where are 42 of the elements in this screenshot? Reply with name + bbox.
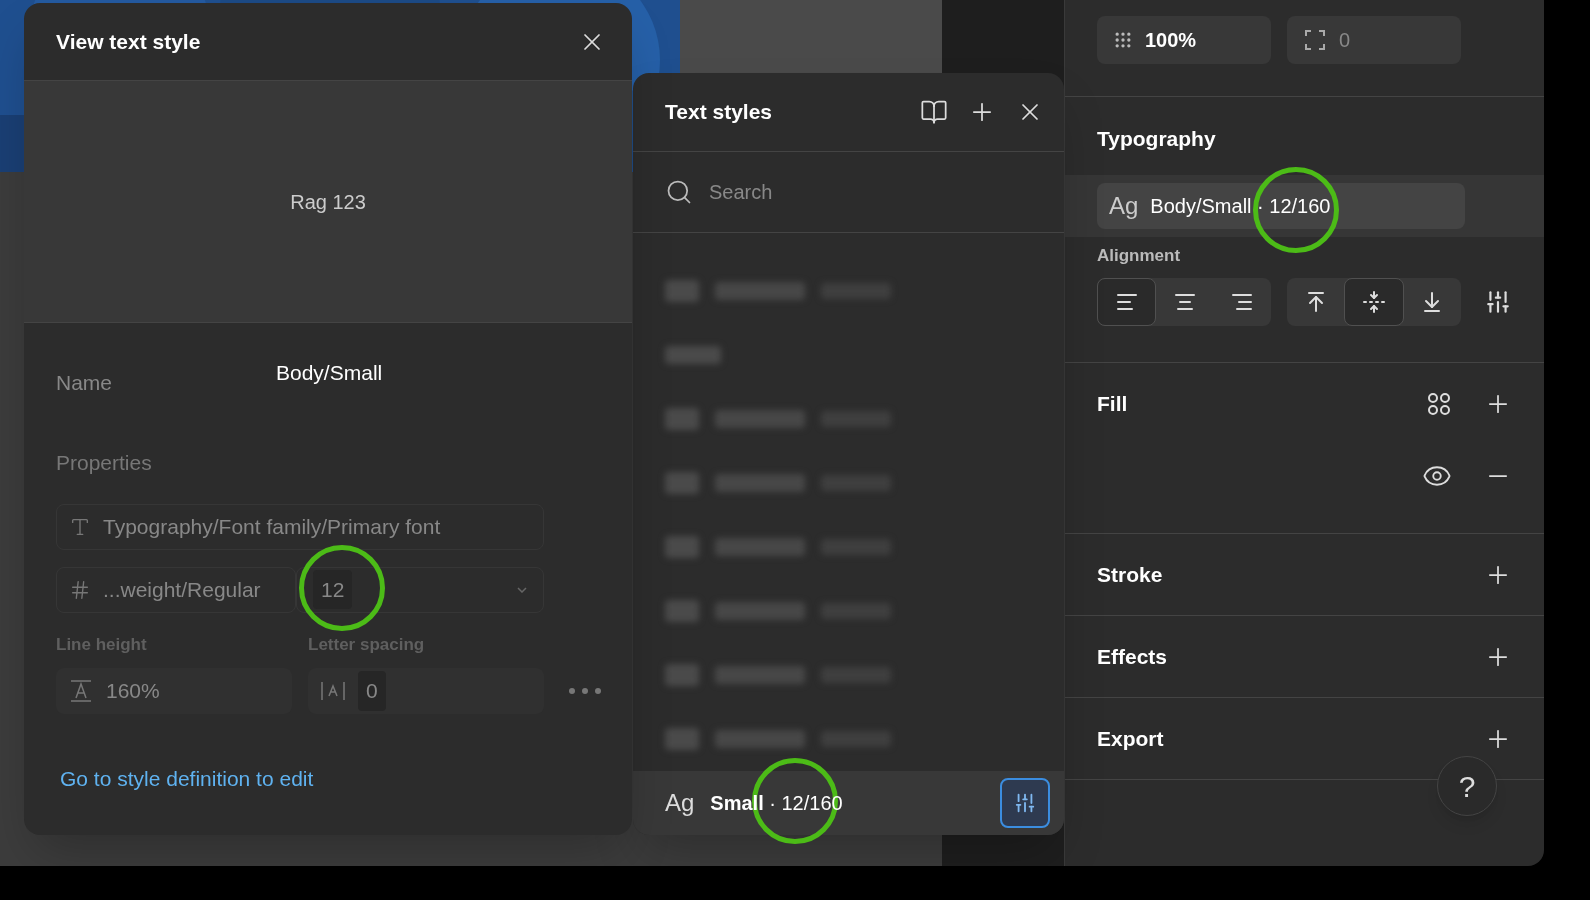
font-family-field: Typography/Font family/Primary font [56,503,544,550]
preview-text: Rag 123 [290,189,366,215]
vertical-align-icon [1362,290,1386,314]
chevron-icon [517,586,527,593]
font-weight-field: ...weight/Regular [56,566,296,613]
style-name: Body/Small · 12/160 [1150,193,1331,219]
name-label: Name [56,370,114,396]
section-title: Export [1097,725,1164,752]
more-icon[interactable] [568,687,602,695]
corner-radius-icon [1303,28,1327,52]
hash-icon [69,578,91,601]
search-icon [665,178,693,206]
section-title: Fill [1097,391,1128,418]
letter-spacing-icon [320,679,346,703]
line-height-field: 160% [56,668,292,714]
help-button[interactable]: ? [1437,756,1497,816]
section-title: Typography [1097,126,1217,152]
section-title: Effects [1097,643,1168,670]
alignment-label: Alignment [1097,244,1182,267]
letter-spacing-field: 0 [308,668,544,714]
opacity-icon [1113,30,1133,50]
style-preview: Ag [665,788,695,818]
properties-label: Properties [56,450,153,476]
dialog-title: View text style [56,28,201,55]
text-style-field[interactable]: Ag Body/Small · 12/160 [1097,182,1465,229]
align-button[interactable] [1344,278,1404,326]
font-size-field: 12 [296,566,544,613]
align-button[interactable] [1097,278,1157,326]
type-settings-icon[interactable] [1485,289,1511,315]
style-name: Body/Small [276,360,383,386]
sliders-icon [1014,792,1036,814]
style-definition-link[interactable]: Go to style definition to edit [60,763,314,795]
style-preview: Ag [1109,190,1139,221]
style-grid-icon[interactable] [1426,391,1452,417]
panel-title: Text styles [665,99,772,126]
blurred-heading [665,346,721,364]
search-field[interactable]: Search [709,172,1029,212]
line-height-icon [68,679,94,703]
book-icon[interactable] [920,98,948,126]
section-title: Stroke [1097,561,1163,588]
opacity-field[interactable]: 100% [1097,16,1271,64]
style-settings-button[interactable] [1000,778,1050,828]
